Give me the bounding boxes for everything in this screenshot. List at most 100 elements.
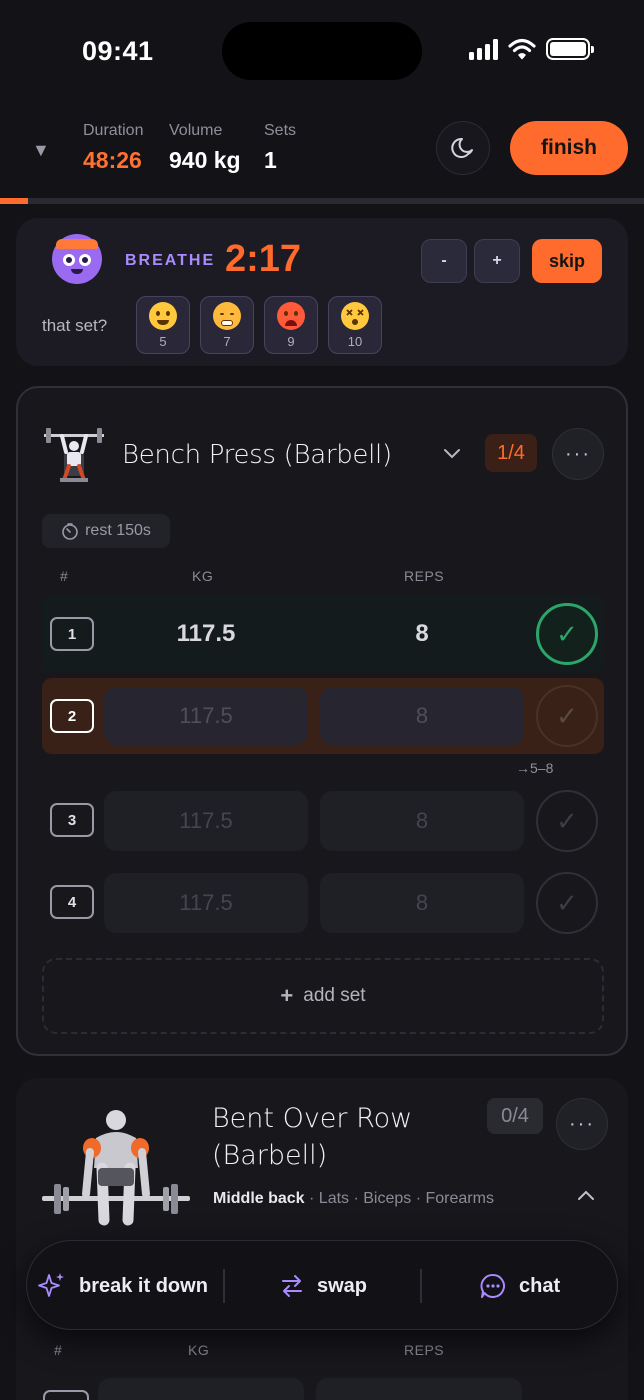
- skip-rest-button[interactable]: skip: [532, 239, 602, 283]
- set-row: 2 117.5 8 ✓: [42, 678, 604, 754]
- chat-button[interactable]: chat: [479, 1241, 560, 1331]
- chevron-up-icon[interactable]: [577, 1188, 595, 1206]
- volume-label: Volume: [169, 122, 223, 139]
- complete-set-check-icon[interactable]: ✓: [536, 872, 598, 934]
- set-row: 1 117.5 8 ✓: [42, 596, 604, 672]
- duration-stat: Duration 48:26: [83, 122, 143, 174]
- swap-arrows-icon: [282, 1275, 302, 1297]
- rest-duration-label: rest 150s: [85, 522, 151, 539]
- break-it-down-button[interactable]: break it down: [37, 1241, 208, 1331]
- reps-input[interactable]: 8: [320, 791, 524, 851]
- sets-progress-badge: 1/4: [485, 434, 537, 472]
- set-number[interactable]: 2: [50, 699, 94, 733]
- bent-over-row-figure-icon: [42, 1110, 190, 1226]
- set-number[interactable]: 1: [50, 617, 94, 651]
- system-icons: [469, 38, 594, 60]
- volume-stat: Volume 940 kg: [169, 122, 241, 174]
- rpe-option-7[interactable]: 7: [200, 296, 254, 354]
- exercise-card-bent-over-row: Bent Over Row (Barbell) 0/4 ··· Middle b…: [16, 1078, 628, 1400]
- column-header-reps: REPS: [404, 568, 445, 584]
- workout-header: ▼ Duration 48:26 Volume 940 kg Sets 1 fi…: [0, 100, 644, 198]
- rest-countdown: 2:17: [225, 238, 302, 280]
- smiling-face-icon: [149, 301, 177, 330]
- add-set-button[interactable]: + add set: [42, 958, 604, 1034]
- more-options-button[interactable]: ···: [552, 428, 604, 480]
- bench-press-figure-icon: [44, 428, 104, 482]
- moon-icon: [451, 137, 473, 158]
- finish-button[interactable]: finish: [510, 121, 628, 175]
- exercise-name-line: (Barbell): [212, 1140, 328, 1171]
- cellular-signal-icon: [469, 38, 498, 60]
- weight-input[interactable]: 117.5: [104, 605, 308, 663]
- exercise-name[interactable]: Bent Over Row (Barbell): [212, 1100, 462, 1174]
- dynamic-island: [222, 22, 422, 80]
- sets-stat: Sets 1: [264, 122, 296, 174]
- decrease-rest-button[interactable]: -: [421, 239, 467, 283]
- increase-rest-button[interactable]: +: [474, 239, 520, 283]
- coach-avatar-icon: [52, 234, 102, 284]
- triangle-down-icon[interactable]: ▼: [32, 140, 50, 161]
- reps-input[interactable]: 8: [320, 873, 524, 933]
- sets-label: Sets: [264, 122, 297, 139]
- set-number[interactable]: 4: [50, 885, 94, 919]
- reps-input[interactable]: 8: [320, 605, 524, 663]
- hot-face-icon: [277, 301, 305, 330]
- column-header-kg: KG: [188, 1342, 210, 1358]
- status-bar: 09:41: [0, 0, 644, 100]
- divider: [420, 1269, 422, 1303]
- target-muscles: Middle back · Lats · Biceps · Forearms: [213, 1190, 494, 1208]
- complete-set-check-icon[interactable]: ✓: [536, 790, 598, 852]
- battery-icon: [546, 38, 594, 60]
- more-options-button[interactable]: ···: [556, 1098, 608, 1150]
- column-header-number: #: [54, 1342, 63, 1358]
- reps-input-partial: [316, 1378, 522, 1400]
- rpe-option-5[interactable]: 5: [136, 296, 190, 354]
- set-number[interactable]: 3: [50, 803, 94, 837]
- exercise-name-line: Bent Over Row: [212, 1103, 413, 1134]
- column-header-reps: REPS: [404, 1342, 445, 1358]
- swap-exercise-button[interactable]: swap: [279, 1241, 367, 1331]
- wifi-icon: [508, 38, 536, 60]
- chevron-down-icon[interactable]: [438, 440, 466, 468]
- workout-progress-fill: [0, 198, 28, 204]
- complete-set-check-icon[interactable]: ✓: [536, 685, 598, 747]
- rpe-options: 5 7 9 10: [136, 296, 382, 354]
- weight-input[interactable]: 117.5: [104, 687, 308, 745]
- rest-timer-card: BREATHE 2:17 - + skip that set? 5 7 9 10: [16, 218, 628, 366]
- chat-bubble-icon: [480, 1273, 505, 1298]
- rpe-value: 7: [223, 333, 231, 349]
- steaming-face-icon: [213, 301, 241, 330]
- set-number-partial: [43, 1390, 89, 1400]
- rpe-value: 10: [347, 333, 363, 349]
- reps-input[interactable]: 8: [320, 687, 524, 745]
- clock: 09:41: [82, 36, 154, 66]
- break-it-down-label: break it down: [79, 1274, 208, 1297]
- duration-value: 48:26: [83, 147, 142, 173]
- sets-value: 1: [264, 147, 277, 173]
- timer-icon: [62, 523, 78, 540]
- add-set-label: add set: [303, 985, 366, 1006]
- rest-duration-chip[interactable]: rest 150s: [42, 514, 170, 548]
- rpe-prompt: that set?: [42, 316, 108, 335]
- sparkles-icon: [38, 1273, 64, 1297]
- complete-set-check-icon[interactable]: ✓: [536, 603, 598, 665]
- rpe-option-9[interactable]: 9: [264, 296, 318, 354]
- set-row: 4 117.5 8 ✓: [42, 866, 604, 942]
- exercise-card-bench-press: Bench Press (Barbell) 1/4 ··· rest 150s …: [16, 386, 628, 1056]
- dizzy-face-icon: [341, 301, 369, 330]
- weight-input[interactable]: 117.5: [104, 791, 308, 851]
- chat-label: chat: [519, 1274, 561, 1297]
- dark-mode-button[interactable]: [436, 121, 490, 175]
- column-header-number: #: [60, 568, 69, 584]
- rpe-option-10[interactable]: 10: [328, 296, 382, 354]
- exercise-name[interactable]: Bench Press (Barbell): [122, 440, 392, 470]
- weight-input[interactable]: 117.5: [104, 873, 308, 933]
- plus-icon: +: [280, 983, 294, 1008]
- volume-value: 940 kg: [169, 147, 241, 173]
- divider: [223, 1269, 225, 1303]
- rpe-value: 9: [287, 333, 295, 349]
- rpe-value: 5: [159, 333, 167, 349]
- weight-input-partial: [98, 1378, 304, 1400]
- workout-progress-bar: [0, 198, 644, 204]
- column-header-kg: KG: [192, 568, 214, 584]
